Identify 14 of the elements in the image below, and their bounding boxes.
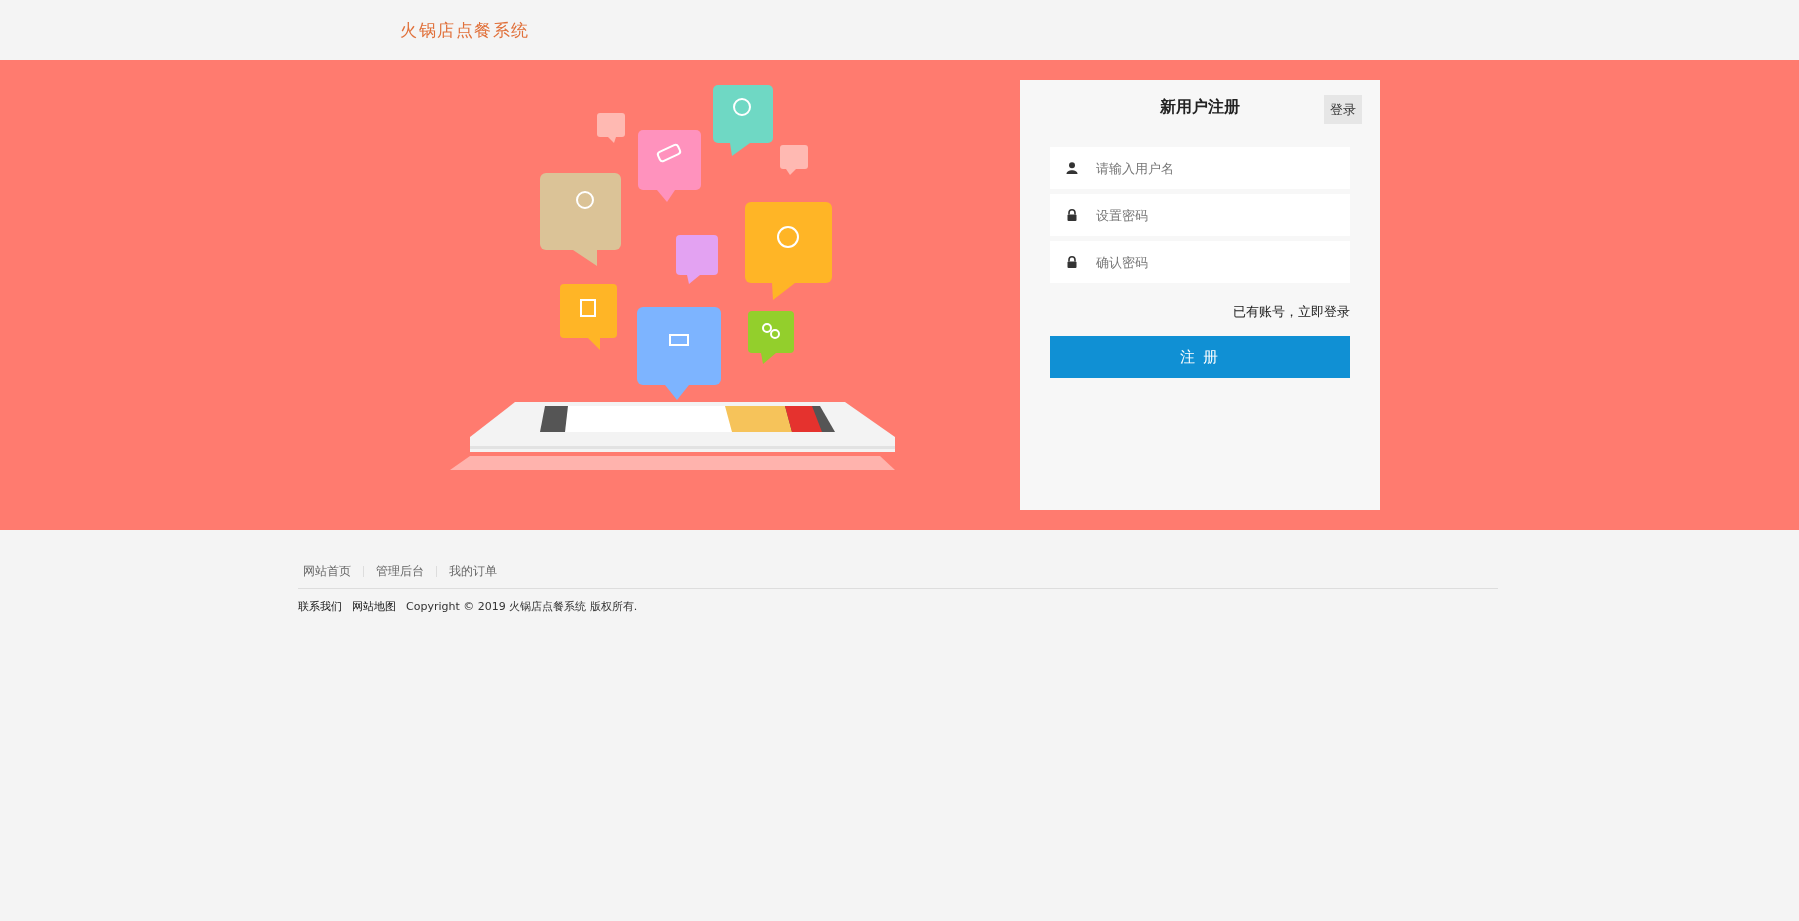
footer-nav-link[interactable]: 管理后台 — [376, 563, 424, 580]
login-link[interactable]: 已有账号，立即登录 — [1233, 303, 1350, 321]
footer-nav-link[interactable]: 我的订单 — [449, 563, 497, 580]
copyright-text: Copyright © 2019 火锅店点餐系统 版权所有. — [406, 599, 638, 614]
input-field[interactable]: 设置密码 — [1050, 194, 1350, 236]
register-button[interactable]: 注 册 — [1050, 336, 1350, 378]
site-title: 火锅店点餐系统 — [400, 18, 530, 42]
form-title: 新用户注册 — [1160, 97, 1240, 118]
footer-link[interactable]: 网站地图 — [352, 599, 396, 614]
input-field[interactable]: 请输入用户名 — [1050, 147, 1350, 189]
input-field[interactable]: 确认密码 — [1050, 241, 1350, 283]
login-button[interactable]: 登录 — [1324, 95, 1362, 124]
footer-nav-link[interactable]: 网站首页 — [303, 563, 351, 580]
footer-link[interactable]: 联系我们 — [298, 599, 342, 614]
